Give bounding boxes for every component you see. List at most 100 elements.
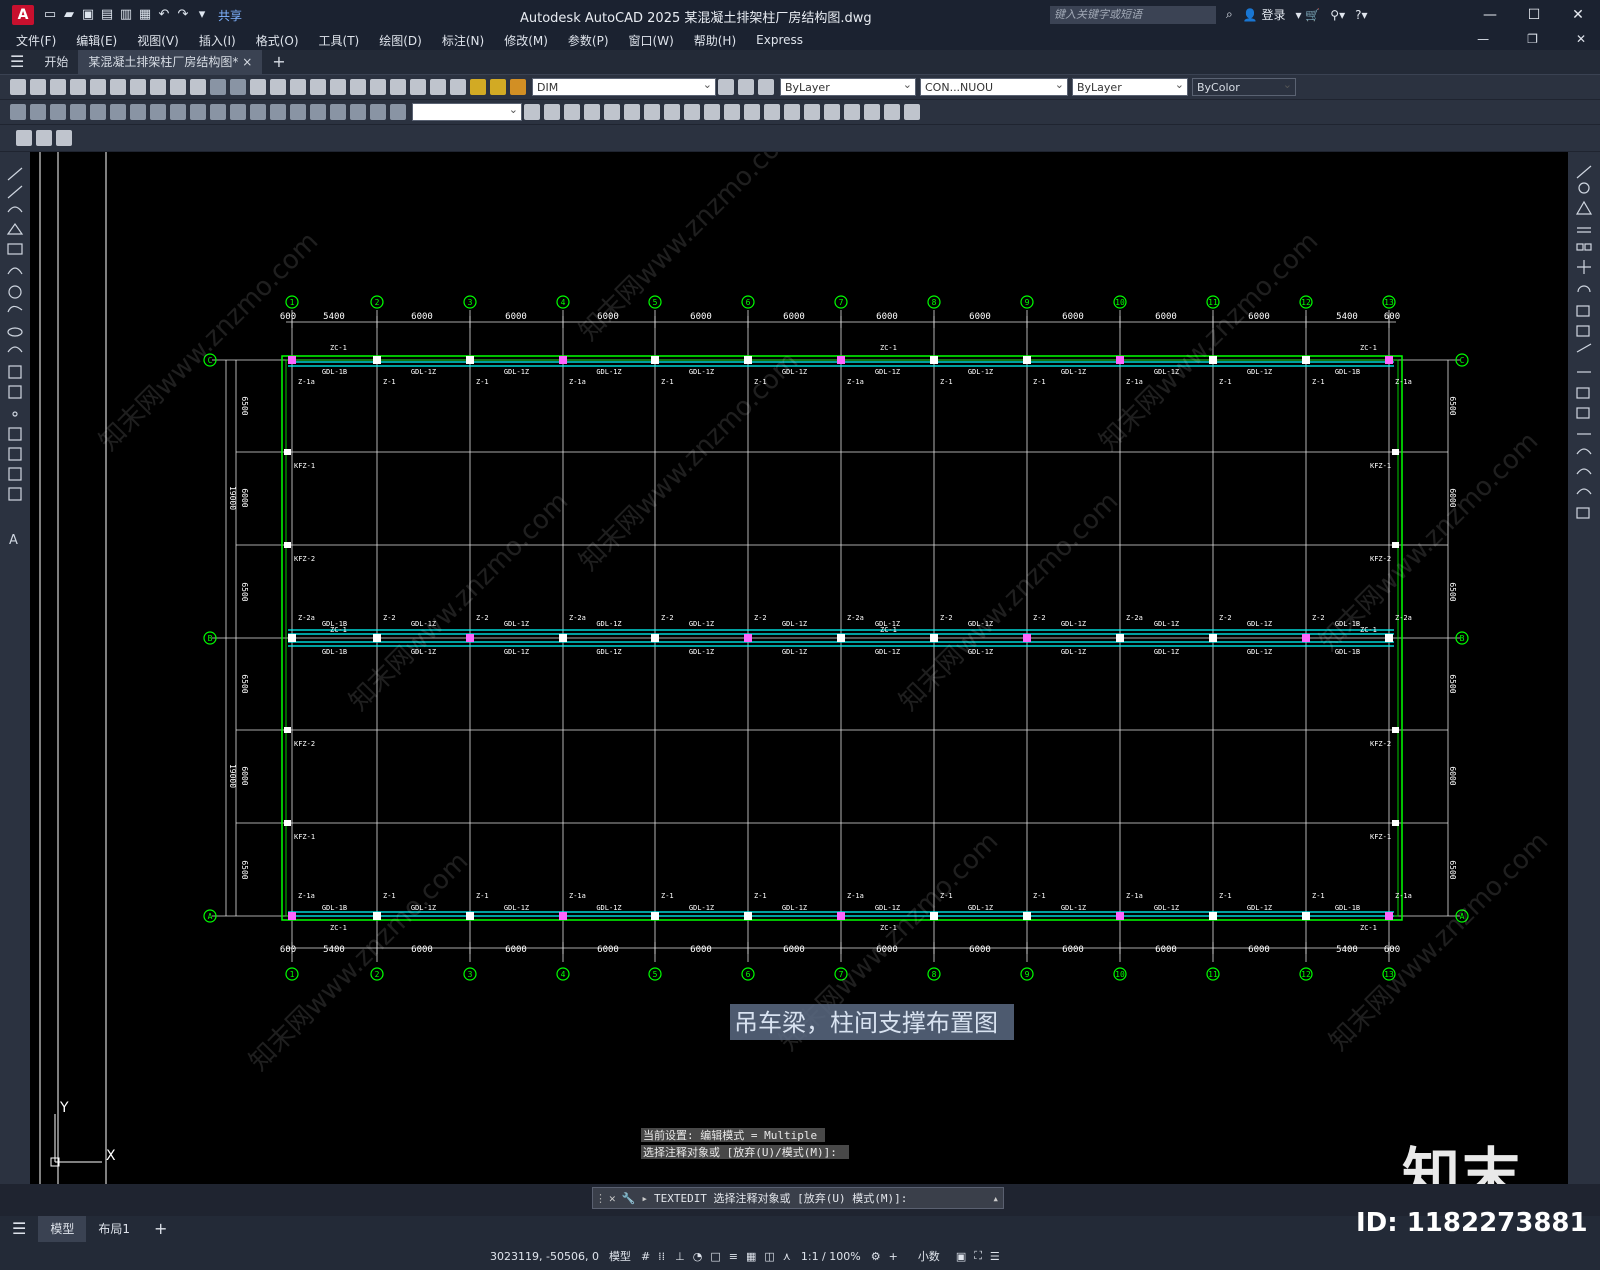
menu-modify[interactable]: 修改(M) — [504, 32, 548, 49]
menu-window[interactable]: 窗口(W) — [629, 32, 674, 49]
tab-model[interactable]: 模型 — [38, 1216, 87, 1242]
diameter-dim-icon[interactable] — [130, 104, 146, 120]
modify-icon-16[interactable] — [844, 104, 860, 120]
dim-text-edit-icon[interactable] — [370, 104, 386, 120]
add-layout-button[interactable]: + — [142, 1216, 179, 1242]
search-input[interactable]: 键入关键字或短语 — [1050, 6, 1216, 24]
annotation-scale[interactable]: 1:1 / 100% — [801, 1250, 861, 1263]
layer-state-icon[interactable] — [758, 79, 774, 95]
modify-icon-2[interactable] — [564, 104, 580, 120]
modify-icon-13[interactable] — [784, 104, 800, 120]
menu-draw[interactable]: 绘图(D) — [379, 32, 422, 49]
modify-icon-11[interactable] — [744, 104, 760, 120]
new-tab-button[interactable]: + — [262, 50, 295, 74]
match-properties-icon[interactable] — [190, 79, 206, 95]
zoom-realtime-icon[interactable] — [270, 79, 286, 95]
baseline-dim-icon[interactable] — [190, 104, 206, 120]
properties-icon[interactable] — [330, 79, 346, 95]
redo-icon[interactable]: ↷ — [175, 7, 191, 23]
angular-dim-icon[interactable] — [150, 104, 166, 120]
layer-freeze-icon[interactable] — [490, 79, 506, 95]
jogged-dim-icon[interactable] — [110, 104, 126, 120]
modify-icon-9[interactable] — [704, 104, 720, 120]
close-icon[interactable]: ✕ — [1556, 0, 1600, 30]
fullscreen-icon[interactable]: ⛶ — [974, 1249, 982, 1263]
modify-icon-14[interactable] — [804, 104, 820, 120]
draw-tools-icons[interactable]: A — [0, 152, 30, 592]
annotation-icon[interactable]: ⋏ — [783, 1250, 791, 1263]
pan-icon[interactable] — [250, 79, 266, 95]
open-file-icon[interactable] — [30, 79, 46, 95]
tab-start[interactable]: 开始 — [34, 50, 78, 74]
layer-properties-icon[interactable] — [450, 79, 466, 95]
tolerance-icon[interactable] — [270, 104, 286, 120]
menu-format[interactable]: 格式(O) — [256, 32, 299, 49]
print-icon[interactable] — [70, 79, 86, 95]
account-icon[interactable]: ⚲▾ — [1330, 8, 1345, 22]
ortho-icon[interactable]: ⊥ — [675, 1250, 685, 1263]
osnap-icon[interactable]: □ — [710, 1250, 720, 1263]
undo-icon[interactable]: ↶ — [156, 7, 172, 23]
cmd-expand-icon[interactable]: ▴ — [992, 1192, 999, 1205]
center-mark-icon[interactable] — [290, 104, 306, 120]
layer-lock-icon[interactable] — [510, 79, 526, 95]
layer-previous-icon[interactable] — [738, 79, 754, 95]
cmd-grip-icon[interactable]: ⋮ — [595, 1192, 606, 1205]
cmd-recent-icon[interactable]: ▸ — [641, 1192, 648, 1205]
layer-dropdown[interactable]: DIM — [532, 76, 716, 96]
zoom-previous-icon[interactable] — [310, 79, 326, 95]
menu-help[interactable]: 帮助(H) — [694, 32, 736, 49]
print-preview-icon[interactable] — [90, 79, 106, 95]
cmd-close-icon[interactable]: ✕ — [609, 1192, 616, 1205]
arc-length-icon[interactable] — [50, 104, 66, 120]
plot-icon-2[interactable] — [110, 79, 126, 95]
share-button[interactable]: 共享 — [218, 7, 242, 24]
tool-palettes-icon[interactable] — [370, 79, 386, 95]
dim-style-dropdown[interactable] — [412, 101, 522, 121]
cut-icon[interactable] — [130, 79, 146, 95]
dropdown-icon[interactable]: ▾ — [194, 7, 210, 23]
workspace-gear-icon[interactable]: ⚙ — [871, 1250, 881, 1263]
drawing-canvas[interactable]: 600 600 5400 5400 6000 6000 6000 6000 6000 6000 60… — [30, 152, 1568, 1184]
modify-icon-6[interactable] — [644, 104, 660, 120]
radius-dim-icon[interactable] — [90, 104, 106, 120]
help-toolbar-icon[interactable] — [430, 79, 446, 95]
menu-file[interactable]: 文件(F) — [16, 32, 56, 49]
tab-close-icon[interactable]: × — [242, 55, 252, 69]
modify-icon-8[interactable] — [684, 104, 700, 120]
quick-properties-icon[interactable]: ▣ — [956, 1250, 966, 1263]
dim-edit-icon[interactable] — [350, 104, 366, 120]
cmd-customize-icon[interactable]: 🔧 — [622, 1192, 636, 1205]
menu-express[interactable]: Express — [756, 33, 803, 47]
help-icon[interactable]: ?▾ — [1355, 8, 1367, 22]
polar-icon[interactable]: ◔ — [693, 1250, 703, 1263]
grid-icon[interactable]: # — [641, 1250, 650, 1263]
redo-toolbar-icon[interactable] — [230, 79, 246, 95]
search-icon[interactable]: ⌕ — [1226, 7, 1233, 22]
calculator-icon[interactable] — [410, 79, 426, 95]
command-line[interactable]: ⋮ ✕ 🔧 ▸ TEXTEDIT 选择注释对象或 [放弃(U) 模式(M)]: … — [592, 1187, 1004, 1209]
modify-icon-4[interactable] — [604, 104, 620, 120]
quick-dim-icon[interactable] — [170, 104, 186, 120]
save-file-icon[interactable] — [50, 79, 66, 95]
jogged-linear-icon[interactable] — [330, 104, 346, 120]
transparency-icon[interactable]: ▦ — [746, 1250, 756, 1263]
tab-active-drawing[interactable]: 某混凝土排架柱厂房结构图* × — [78, 50, 263, 74]
sheet-set-icon[interactable] — [390, 79, 406, 95]
undo-toolbar-icon[interactable] — [210, 79, 226, 95]
ordinate-dim-icon[interactable] — [70, 104, 86, 120]
layer-on-icon[interactable] — [470, 79, 486, 95]
doc-minimize-icon[interactable]: — — [1477, 32, 1489, 46]
menu-dimension[interactable]: 标注(N) — [442, 32, 484, 49]
new-icon[interactable]: ▭ — [42, 7, 58, 23]
dim-style-icon[interactable] — [524, 104, 540, 120]
login-button[interactable]: 👤 登录 — [1243, 6, 1286, 23]
save-icon[interactable]: ▣ — [80, 7, 96, 23]
modify-icon-18[interactable] — [884, 104, 900, 120]
dim-update-icon[interactable] — [390, 104, 406, 120]
lineweight-dropdown[interactable]: ByLayer — [1072, 76, 1188, 96]
save-as-icon[interactable]: ▤ — [99, 7, 115, 23]
selection-cycling-icon[interactable]: ◫ — [764, 1250, 774, 1263]
doc-restore-icon[interactable]: ❐ — [1527, 32, 1538, 46]
plotstyle-dropdown[interactable]: ByColor — [1192, 76, 1296, 96]
